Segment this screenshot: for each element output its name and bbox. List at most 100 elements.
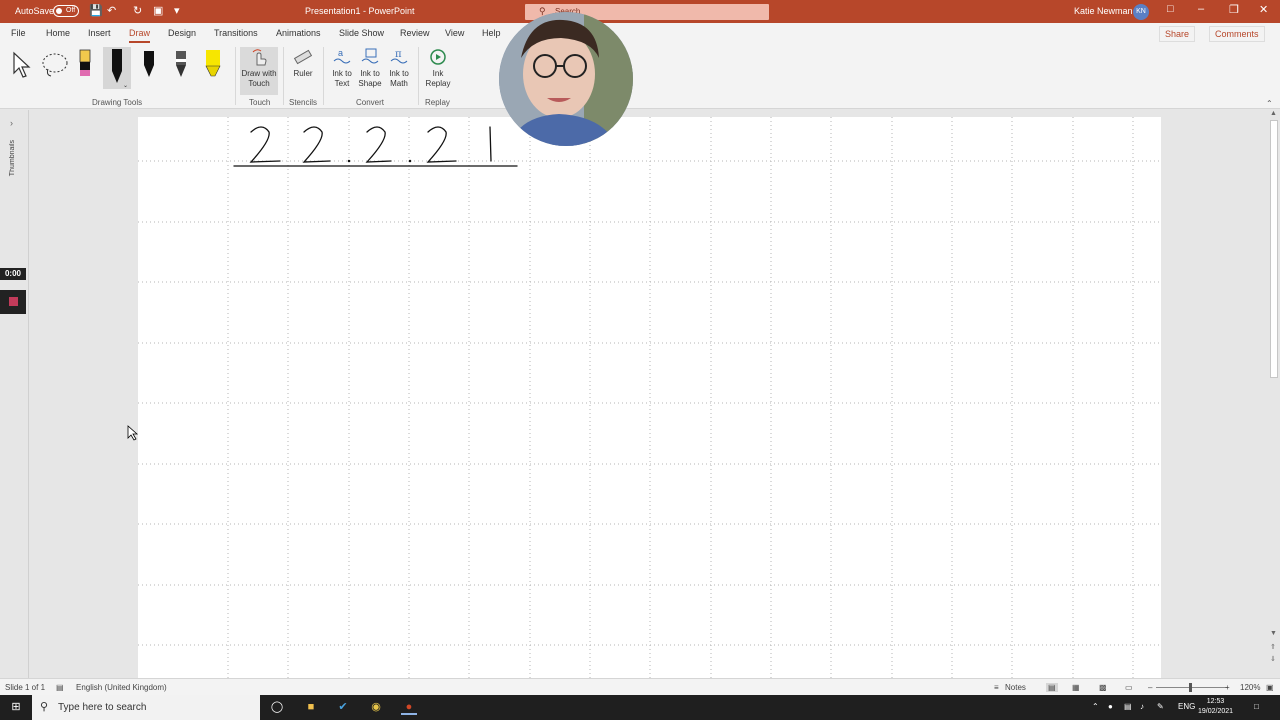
tab-insert[interactable]: Insert xyxy=(88,28,111,38)
lasso-select-icon[interactable] xyxy=(40,51,70,79)
tab-transitions[interactable]: Transitions xyxy=(214,28,258,38)
select-tool-icon[interactable] xyxy=(10,51,32,79)
input-language[interactable]: ENG xyxy=(1178,702,1195,711)
save-icon[interactable]: 💾 xyxy=(89,4,103,17)
avatar[interactable]: KN xyxy=(1133,4,1149,20)
thumbnails-label[interactable]: Thumbnails xyxy=(9,140,16,176)
pen-black-icon: ⌄ xyxy=(112,49,128,89)
network-icon[interactable]: ▤ xyxy=(1124,702,1132,711)
ink-to-math-button[interactable]: π Ink to Math xyxy=(385,47,413,89)
draw-with-touch-button[interactable]: Draw with Touch xyxy=(240,47,278,95)
stop-recording-button[interactable] xyxy=(0,290,26,314)
ink-to-text-icon: a xyxy=(333,48,351,64)
normal-view-icon[interactable]: ▤ xyxy=(1046,683,1058,692)
scrollbar-thumb[interactable] xyxy=(1270,120,1278,378)
language-indicator[interactable]: English (United Kingdom) xyxy=(76,683,167,692)
handwritten-ink[interactable] xyxy=(138,117,1161,678)
autosave-toggle[interactable]: Off xyxy=(53,5,79,17)
close-icon[interactable]: ✕ xyxy=(1259,3,1268,16)
group-label-touch: Touch xyxy=(249,98,271,107)
zoom-in-icon[interactable]: + xyxy=(1225,683,1230,692)
ink-replay-button[interactable]: Ink Replay xyxy=(423,47,453,89)
customize-toolbar-icon[interactable]: ▾ xyxy=(174,4,180,17)
powerpoint-taskbar-icon[interactable]: ● xyxy=(401,699,417,715)
zoom-level[interactable]: 120% xyxy=(1240,683,1260,692)
pen-workspace-icon[interactable]: ✎ xyxy=(1157,702,1164,711)
tab-help[interactable]: Help xyxy=(482,28,501,38)
status-bar: Slide 1 of 1 ▤ English (United Kingdom) … xyxy=(0,678,1280,695)
volume-icon[interactable]: ♪ xyxy=(1140,702,1144,711)
user-name[interactable]: Katie Newman xyxy=(1074,6,1133,16)
tab-home[interactable]: Home xyxy=(46,28,70,38)
tab-animations[interactable]: Animations xyxy=(276,28,321,38)
group-separator xyxy=(418,47,419,105)
ink-to-shape-label: Ink to Shape xyxy=(358,69,382,88)
slide-sorter-icon[interactable]: ▦ xyxy=(1072,683,1080,692)
chrome-icon[interactable]: ◉ xyxy=(368,699,384,715)
clock-date: 19/02/2021 xyxy=(1198,708,1234,715)
expand-thumbnails-icon[interactable]: › xyxy=(10,118,13,128)
slideshow-view-icon[interactable]: ▭ xyxy=(1125,683,1133,692)
taskbar-search[interactable]: ⚲ Type here to search xyxy=(32,695,260,720)
windows-start-icon[interactable]: ⊞ xyxy=(8,699,24,715)
presenter-video xyxy=(499,12,633,146)
tab-view[interactable]: View xyxy=(445,28,464,38)
clock-time: 12:53 xyxy=(1206,698,1225,705)
tab-draw[interactable]: Draw xyxy=(129,28,151,43)
tray-overflow-icon[interactable]: ⌃ xyxy=(1092,702,1099,711)
minimize-icon[interactable]: – xyxy=(1198,3,1204,15)
previous-slide-icon[interactable]: ⇑ xyxy=(1270,643,1276,651)
window-title: Presentation1 - PowerPoint xyxy=(305,6,415,16)
tab-file[interactable]: File xyxy=(11,28,26,38)
group-separator xyxy=(323,47,324,105)
touch-hand-icon xyxy=(252,49,267,66)
group-separator xyxy=(283,47,284,105)
next-slide-icon[interactable]: ⇓ xyxy=(1270,655,1276,663)
eraser-icon[interactable] xyxy=(77,48,93,80)
system-clock[interactable]: 12:53 19/02/2021 xyxy=(1198,697,1233,717)
redo-icon[interactable]: ↻ xyxy=(133,4,142,17)
accessibility-icon[interactable]: ▤ xyxy=(56,683,64,692)
file-explorer-icon[interactable]: ■ xyxy=(303,699,319,715)
pencil-icon[interactable] xyxy=(172,49,190,81)
comments-button[interactable]: Comments xyxy=(1209,26,1265,42)
fit-slide-icon[interactable]: ▣ xyxy=(1266,683,1274,692)
ink-replay-icon xyxy=(430,49,446,65)
title-bar: AutoSave Off 💾 ↶ ↻ ▣ ▾ Presentation1 - P… xyxy=(0,0,1280,23)
notifications-icon[interactable]: □ xyxy=(1254,702,1259,711)
zoom-slider-knob[interactable] xyxy=(1189,683,1192,692)
ink-to-shape-button[interactable]: Ink to Shape xyxy=(357,47,383,89)
pen-black-2-icon[interactable] xyxy=(140,49,158,81)
group-separator xyxy=(235,47,236,105)
slide-canvas[interactable] xyxy=(138,117,1161,678)
ribbon-display-icon[interactable]: □ xyxy=(1167,3,1174,15)
pen-black-selected[interactable]: ⌄ xyxy=(103,47,131,89)
microphone-icon[interactable]: ● xyxy=(1108,702,1113,711)
zoom-out-icon[interactable]: – xyxy=(1148,683,1152,692)
ink-to-text-label: Ink to Text xyxy=(332,69,352,88)
scroll-down-icon[interactable]: ▼ xyxy=(1270,630,1277,637)
reading-view-icon[interactable]: ▩ xyxy=(1099,683,1107,692)
tab-review[interactable]: Review xyxy=(400,28,430,38)
collapse-ribbon-icon[interactable]: ⌃ xyxy=(1266,99,1273,108)
cortana-icon[interactable]: ◯ xyxy=(269,699,285,715)
tab-design[interactable]: Design xyxy=(168,28,196,38)
vertical-scrollbar[interactable]: ▲ ▼ ⇑ ⇓ xyxy=(1268,110,1280,678)
restore-icon[interactable]: ❐ xyxy=(1229,3,1239,16)
highlighter-icon[interactable] xyxy=(203,48,223,80)
notes-button[interactable]: Notes xyxy=(1005,683,1026,692)
tab-slide-show[interactable]: Slide Show xyxy=(339,28,384,38)
thumbnails-pane: › Thumbnails xyxy=(0,110,29,678)
notes-icon[interactable]: ≡ xyxy=(994,683,999,692)
ink-to-text-button[interactable]: a Ink to Text xyxy=(329,47,355,89)
app-checkmark-icon[interactable]: ✔ xyxy=(335,699,351,715)
undo-icon[interactable]: ↶ xyxy=(107,4,116,17)
share-button[interactable]: Share xyxy=(1159,26,1196,42)
scroll-up-icon[interactable]: ▲ xyxy=(1270,110,1277,117)
ruler-button[interactable]: Ruler xyxy=(289,47,317,79)
present-icon[interactable]: ▣ xyxy=(153,4,163,17)
svg-text:π: π xyxy=(395,49,402,60)
zoom-slider[interactable] xyxy=(1156,687,1228,688)
slide-count: Slide 1 of 1 xyxy=(5,683,46,692)
group-label-replay: Replay xyxy=(425,98,450,107)
